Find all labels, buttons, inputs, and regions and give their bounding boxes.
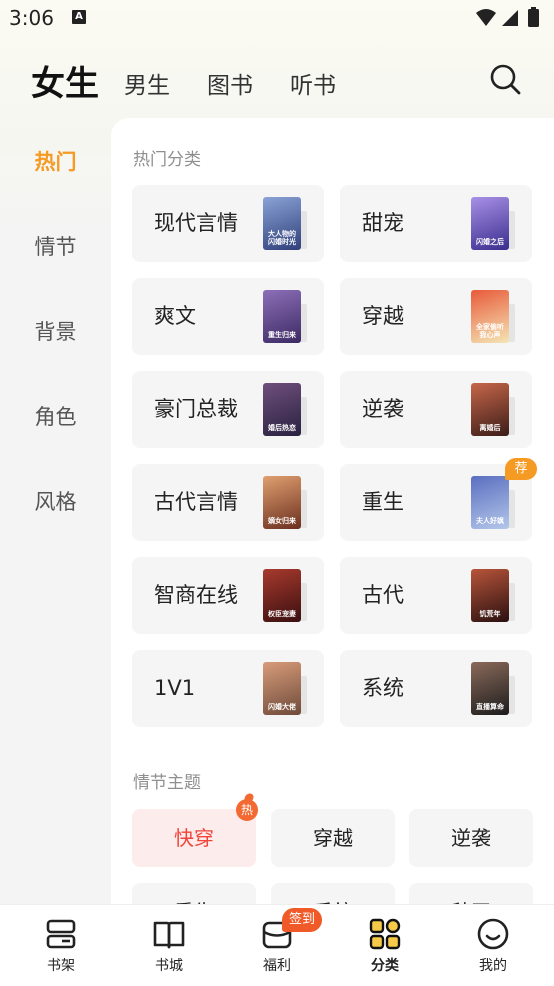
nav-category[interactable]: 分类 [330, 905, 440, 986]
notification-icon: A [72, 10, 86, 24]
nav-label: 书架 [47, 958, 75, 974]
nav-label: 福利 [263, 958, 291, 974]
cover-title: 婚后热恋 [268, 424, 296, 432]
tab-female[interactable]: 女生 [29, 56, 99, 105]
book-cover: 闪婚之后 [471, 197, 509, 250]
nav-label: 我的 [479, 958, 507, 974]
book-open-icon [153, 921, 185, 949]
category-card[interactable]: 系统直播算命 [340, 650, 532, 727]
cover-title: 闪婚大佬 [268, 703, 296, 711]
book-cover: 离婚后 [471, 383, 509, 436]
status-icons [476, 7, 539, 27]
nav-label: 书城 [155, 958, 183, 974]
recommend-badge: 荐 [505, 458, 537, 480]
category-label: 古代言情 [154, 490, 238, 514]
cover-title: 饥荒年 [479, 610, 501, 618]
cover-title: 全家偷听我心声 [476, 323, 504, 339]
category-content: 热门分类 现代言情 大人物的闪婚时光 甜宠 闪婚之后 爽文 重生归来 穿越 全家偷听我心声 豪门… [111, 118, 554, 908]
category-label: 现代言情 [154, 211, 238, 235]
category-card[interactable]: 豪门总裁婚后热恋 [132, 371, 324, 448]
section-title-plot: 情节主题 [133, 773, 201, 793]
cover-title: 夫人好飒 [476, 517, 504, 525]
tab-books[interactable]: 图书 [207, 66, 253, 100]
sidebar-item-plot[interactable]: 情节 [0, 231, 111, 261]
category-label: 古代 [362, 583, 404, 607]
cover-title: 大人物的闪婚时光 [268, 230, 296, 246]
category-label: 穿越 [362, 304, 404, 328]
category-card[interactable]: 甜宠闪婚之后 [340, 185, 532, 262]
category-grid-icon [369, 918, 401, 950]
plot-tag[interactable]: 逆袭 [409, 809, 533, 867]
tab-audiobooks[interactable]: 听书 [290, 66, 336, 100]
tab-label: 女生 [31, 64, 99, 104]
sidebar-item-hot[interactable]: 热门 [0, 146, 111, 176]
wifi-icon [476, 9, 496, 26]
hot-badge-icon: 热 [236, 799, 258, 821]
category-label: 豪门总裁 [154, 397, 238, 421]
book-cover: 大人物的闪婚时光 [263, 197, 301, 250]
cover-title: 离婚后 [479, 424, 501, 432]
category-card[interactable]: 穿越全家偷听我心声 [340, 278, 532, 355]
tab-male[interactable]: 男生 [124, 66, 170, 100]
sidebar-item-style[interactable]: 风格 [0, 486, 111, 516]
book-cover: 全家偷听我心声 [471, 290, 509, 343]
book-cover: 嫡女归来 [263, 476, 301, 529]
category-card[interactable]: 古代饥荒年 [340, 557, 532, 634]
bookshelf-icon [46, 919, 76, 949]
category-label: 1V1 [154, 676, 196, 700]
book-cover: 重生归来 [263, 290, 301, 343]
status-time: 3:06 [9, 6, 54, 30]
category-label: 逆袭 [362, 397, 404, 421]
cover-title: 直播算命 [476, 703, 504, 711]
cover-title: 权臣宠妻 [268, 610, 296, 618]
nav-welfare[interactable]: 签到 福利 [222, 905, 332, 986]
search-icon[interactable] [488, 62, 524, 98]
plot-tag[interactable]: 穿越 [271, 809, 395, 867]
cover-title: 重生归来 [268, 331, 296, 339]
category-card[interactable]: 重生夫人好飒 荐 [340, 458, 537, 541]
category-card[interactable]: 智商在线权臣宠妻 [132, 557, 324, 634]
signal-icon [502, 10, 518, 26]
status-bar: 3:06 A [0, 0, 554, 38]
sidebar-item-role[interactable]: 角色 [0, 401, 111, 431]
book-cover: 婚后热恋 [263, 383, 301, 436]
category-card[interactable]: 现代言情大人物的闪婚时光 [132, 185, 324, 262]
book-cover: 直播算命 [471, 662, 509, 715]
profile-smile-icon [477, 918, 509, 950]
category-label: 爽文 [154, 304, 196, 328]
nav-mine[interactable]: 我的 [438, 905, 548, 986]
category-sidebar: 热门 情节 背景 角色 风格 [0, 118, 111, 908]
sidebar-item-setting[interactable]: 背景 [0, 316, 111, 346]
top-tabs: 女生 男生 图书 听书 [0, 50, 554, 110]
category-card[interactable]: 1V1 闪婚大佬 [132, 650, 324, 727]
nav-bookstore[interactable]: 书城 [114, 905, 224, 986]
category-label: 甜宠 [362, 211, 404, 235]
category-label: 重生 [362, 490, 404, 514]
bottom-nav: 书架 书城 签到 福利 分类 我的 [0, 904, 554, 986]
book-cover: 权臣宠妻 [263, 569, 301, 622]
section-title-hot: 热门分类 [133, 150, 201, 170]
sign-in-badge: 签到 [282, 908, 322, 932]
nav-bookshelf[interactable]: 书架 [6, 905, 116, 986]
plot-tag[interactable]: 快穿 [132, 809, 256, 867]
category-card[interactable]: 古代言情嫡女归来 [132, 464, 324, 541]
book-cover: 闪婚大佬 [263, 662, 301, 715]
cover-title: 嫡女归来 [268, 517, 296, 525]
cover-title: 闪婚之后 [476, 238, 504, 246]
battery-icon [528, 9, 539, 27]
book-cover: 饥荒年 [471, 569, 509, 622]
category-label: 智商在线 [154, 583, 238, 607]
nav-label: 分类 [371, 958, 399, 974]
book-cover: 夫人好飒 [471, 476, 509, 529]
category-card[interactable]: 逆袭离婚后 [340, 371, 532, 448]
category-label: 系统 [362, 676, 404, 700]
category-card[interactable]: 爽文重生归来 [132, 278, 324, 355]
